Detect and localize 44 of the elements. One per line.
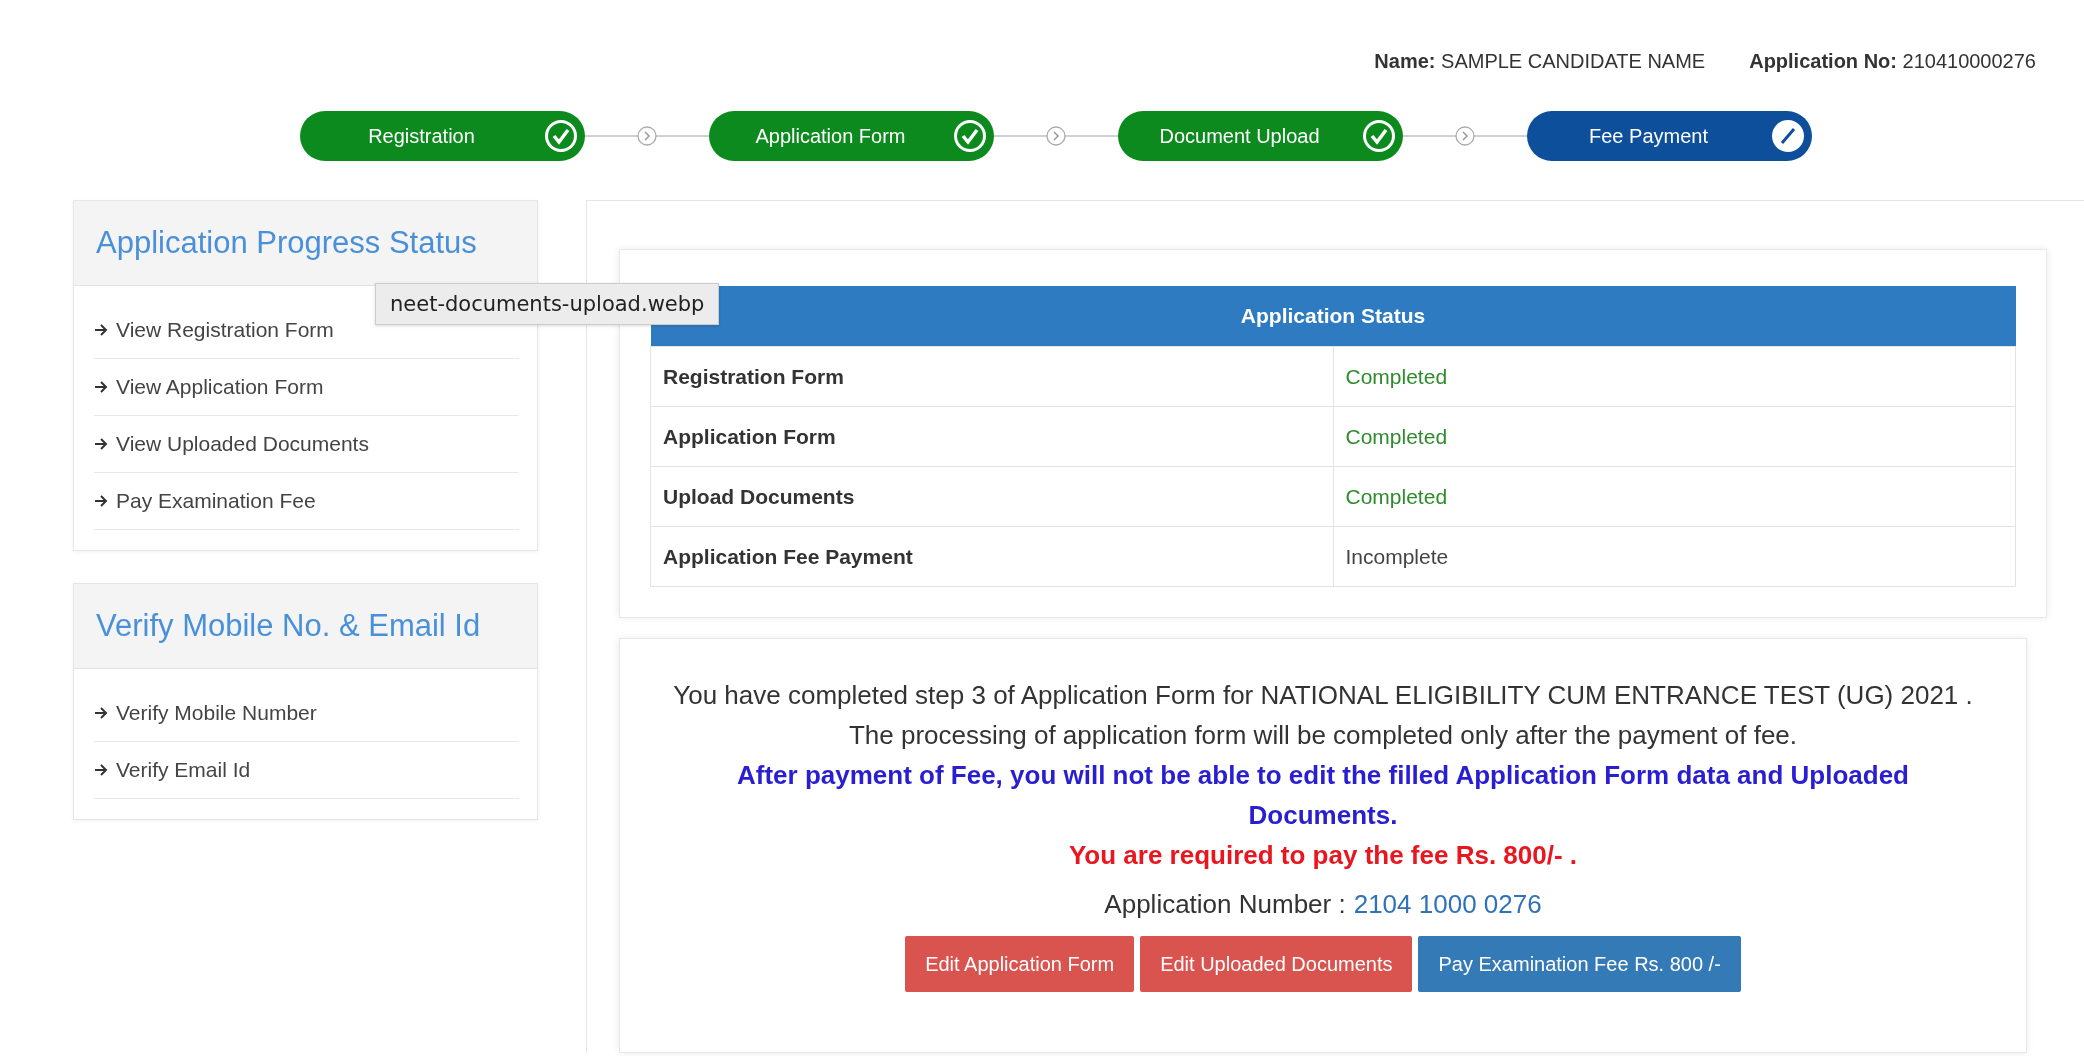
application-number: Application No: 210410000276 (1749, 50, 2036, 74)
panel-heading: Application Progress Status (74, 201, 537, 286)
table-cell: Completed (1333, 406, 2016, 467)
check-icon (952, 118, 988, 154)
message-text: You are required to pay the fee Rs. 800/- . (1067, 839, 1579, 872)
arrow-icon (94, 437, 108, 451)
table-cell: Completed (1333, 466, 2016, 527)
action-button[interactable]: Pay Examination Fee Rs. 800 /- (1418, 936, 1741, 992)
arrow-icon (94, 494, 108, 508)
check-icon (1361, 118, 1397, 154)
arrow-icon (94, 706, 108, 720)
action-button[interactable]: Edit Uploaded Documents (1140, 936, 1413, 992)
chevron-circle-icon (1454, 125, 1476, 147)
table-cell: Upload Documents (650, 466, 1333, 527)
sidebar-link[interactable]: View Uploaded Documents (94, 416, 519, 473)
table-cell: Application Fee Payment (650, 526, 1333, 587)
chevron-circle-icon (1045, 125, 1067, 147)
message-text: After payment of Fee, you will not be able to edit the filled Application Form data and Uploaded Documents. (736, 759, 1910, 832)
table-cell: Incomplete (1333, 526, 2016, 587)
sidebar-link[interactable]: View Application Form (94, 359, 519, 416)
table-cell: Completed (1333, 346, 2016, 407)
table-cell: Application Form (650, 406, 1333, 467)
application-number-value: 2104 1000 0276 (1353, 889, 1542, 920)
arrow-icon (94, 763, 108, 777)
table-cell: Registration Form (650, 346, 1333, 407)
pencil-icon (1770, 118, 1806, 154)
message-text: You have completed step 3 of Application Form for NATIONAL ELIGIBILITY CUM ENTRANCE TEST (UG) 2021 . (672, 679, 1974, 712)
step-pill[interactable]: Document Upload (1118, 111, 1403, 161)
arrow-icon (94, 380, 108, 394)
tooltip: neet-documents-upload.webp (375, 283, 720, 325)
candidate-name: Name: SAMPLE CANDIDATE NAME (1374, 50, 1706, 74)
step-pill[interactable]: Registration (300, 111, 585, 161)
sidebar-link[interactable]: Verify Mobile Number (94, 685, 519, 742)
step-pill[interactable]: Application Form (709, 111, 994, 161)
panel-heading: Verify Mobile No. & Email Id (74, 584, 537, 669)
message-text: The processing of application form will be completed only after the payment of fee. (847, 719, 1799, 752)
application-number-label: Application Number : (1104, 889, 1346, 920)
action-button[interactable]: Edit Application Form (905, 936, 1135, 992)
check-icon (543, 118, 579, 154)
chevron-circle-icon (636, 125, 658, 147)
step-pill[interactable]: Fee Payment (1527, 111, 1812, 161)
sidebar-link[interactable]: Pay Examination Fee (94, 473, 519, 530)
arrow-icon (94, 323, 108, 337)
sidebar-link[interactable]: Verify Email Id (94, 742, 519, 799)
